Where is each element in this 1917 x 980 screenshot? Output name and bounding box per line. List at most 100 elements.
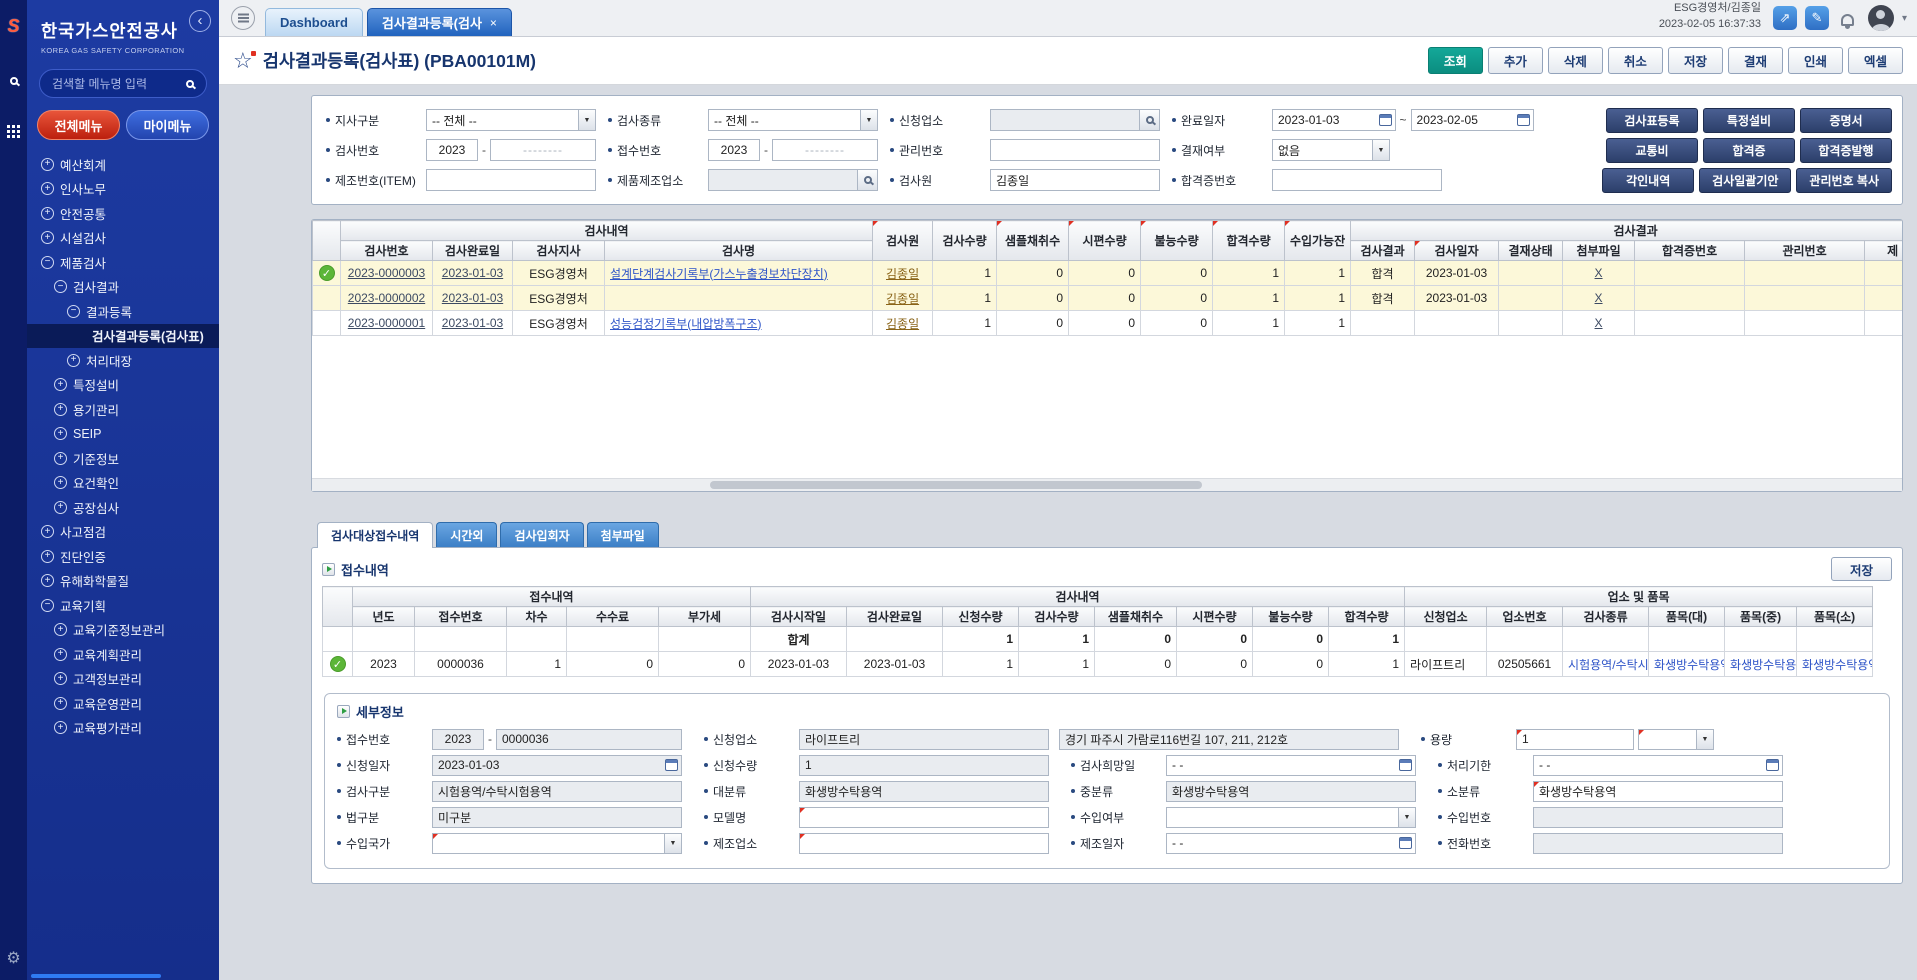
column-header[interactable]: 접수내역 — [353, 587, 751, 607]
search-icon[interactable] — [186, 80, 194, 88]
search-icon[interactable] — [857, 170, 877, 190]
column-header[interactable]: 불능수량 — [1141, 221, 1213, 261]
column-header[interactable]: 관리번호 — [1745, 241, 1865, 261]
sidebar-item[interactable]: +교육기준정보관리 — [27, 618, 219, 643]
detail-category-large[interactable]: 화생방수탁용역 — [799, 781, 1049, 802]
column-header[interactable]: 검사완료일 — [433, 241, 513, 261]
detail-applicant-name[interactable]: 라이프트리 — [799, 729, 1049, 750]
approve-button[interactable]: 결재 — [1728, 47, 1783, 74]
row-selected-check-icon[interactable]: ✓ — [313, 261, 341, 286]
print-button[interactable]: 인쇄 — [1788, 47, 1843, 74]
sidebar-item[interactable]: −교육기획 — [27, 593, 219, 618]
row-check-cell[interactable] — [323, 627, 353, 652]
excel-button[interactable]: 엑셀 — [1848, 47, 1903, 74]
detail-desired-date[interactable]: - - — [1166, 755, 1416, 776]
cell[interactable]: 설계단계검사기록부(가스누출경보차단장치) — [605, 261, 873, 286]
detail-import-no[interactable] — [1533, 807, 1783, 828]
column-header[interactable]: 접수번호 — [415, 607, 507, 627]
tab-inspection-witness[interactable]: 검사입회자 — [500, 522, 583, 547]
cell[interactable]: X — [1563, 286, 1635, 311]
column-header[interactable]: 신청수량 — [943, 607, 1019, 627]
delete-button[interactable]: 삭제 — [1548, 47, 1603, 74]
detail-maker[interactable] — [799, 833, 1049, 854]
column-header[interactable]: 품목(대) — [1649, 607, 1725, 627]
column-header[interactable]: 검사완료일 — [847, 607, 943, 627]
sidebar-item[interactable]: +처리대장 — [27, 348, 219, 373]
sidebar-item[interactable]: −검사결과 — [27, 275, 219, 300]
sidebar-item[interactable]: 검사결과등록(검사표) — [27, 324, 219, 349]
column-header[interactable]: 년도 — [353, 607, 415, 627]
receipt-no-input[interactable]: 2023 — [708, 139, 760, 161]
sidebar-item[interactable]: −결과등록 — [27, 299, 219, 324]
cell[interactable]: 성능검정기록부(내압방폭구조) — [605, 311, 873, 336]
sidebar-item[interactable]: +예산회계 — [27, 152, 219, 177]
detail-category-mid[interactable]: 화생방수탁용역 — [1166, 781, 1416, 802]
sidebar-item[interactable]: +시설검사 — [27, 226, 219, 251]
table-row[interactable]: 2023-00000022023-01-03ESG경영처김종일100011합격2… — [313, 286, 1903, 311]
detail-apply-qty[interactable]: 1 — [799, 755, 1049, 776]
special-facility-button[interactable]: 특정설비 — [1703, 108, 1795, 133]
branch-select[interactable]: -- 전체 --▼ — [426, 109, 596, 131]
search-button[interactable]: 조회 — [1428, 47, 1483, 74]
column-header[interactable]: 수수료 — [567, 607, 659, 627]
sidebar-item[interactable]: +인사노무 — [27, 177, 219, 202]
column-header[interactable]: 검사수량 — [933, 221, 997, 261]
pass-cert-no-input[interactable] — [1272, 169, 1442, 191]
save-receipt-button[interactable]: 저장 — [1831, 557, 1892, 581]
certificate-button[interactable]: 증명서 — [1800, 108, 1892, 133]
chevron-down-icon[interactable]: ▾ — [1902, 13, 1907, 24]
approval-status-select[interactable]: 없음▼ — [1272, 139, 1390, 161]
tab-attachments[interactable]: 첨부파일 — [587, 522, 659, 547]
column-header[interactable]: 합격수량 — [1329, 607, 1405, 627]
column-header[interactable]: 시편수량 — [1177, 607, 1253, 627]
external-link-icon[interactable]: ⇗ — [1773, 6, 1797, 30]
avatar[interactable] — [1868, 5, 1894, 31]
detail-capacity-unit-select[interactable]: ▼ — [1638, 729, 1714, 750]
sidebar-item[interactable]: +공장심사 — [27, 495, 219, 520]
cell[interactable]: 2023-01-03 — [433, 286, 513, 311]
inspection-batch-draft-button[interactable]: 검사일괄기안 — [1699, 168, 1791, 193]
pass-certificate-issue-button[interactable]: 합격증발행 — [1800, 138, 1892, 163]
inspector-input[interactable]: 김종일 — [990, 169, 1160, 191]
detail-receipt-no[interactable]: 0000036 — [496, 729, 682, 750]
favorite-star-icon[interactable]: ☆ — [233, 50, 253, 72]
sidebar-item[interactable]: −제품검사 — [27, 250, 219, 275]
search-icon[interactable] — [1139, 110, 1159, 130]
column-header[interactable]: 수입가능잔 — [1285, 221, 1351, 261]
column-header[interactable]: 샘플채취수 — [997, 221, 1069, 261]
detail-applicant-address[interactable]: 경기 파주시 가람로116번길 107, 211, 212호 — [1059, 729, 1399, 750]
sidebar-collapse-button[interactable]: ‹ — [189, 10, 211, 32]
detail-apply-date[interactable]: 2023-01-03 — [432, 755, 682, 776]
column-header[interactable]: 품목(소) — [1797, 607, 1873, 627]
detail-category-small[interactable]: 화생방수탁용역 — [1533, 781, 1783, 802]
calendar-icon[interactable] — [1399, 759, 1412, 771]
column-header[interactable]: 검사번호 — [341, 241, 433, 261]
scrollbar-thumb[interactable] — [710, 481, 1203, 489]
pass-certificate-button[interactable]: 합격증 — [1703, 138, 1795, 163]
tab-overtime[interactable]: 시간외 — [436, 522, 497, 547]
calendar-icon[interactable] — [1766, 759, 1779, 771]
calendar-icon[interactable] — [1517, 114, 1530, 126]
my-menu-button[interactable]: 마이메뉴 — [126, 110, 209, 140]
cell[interactable]: X — [1563, 311, 1635, 336]
column-header[interactable]: 시편수량 — [1069, 221, 1141, 261]
save-button[interactable]: 저장 — [1668, 47, 1723, 74]
sidebar-item[interactable]: +SEIP — [27, 422, 219, 447]
column-header[interactable]: 업소번호 — [1487, 607, 1563, 627]
row-check-cell[interactable] — [313, 311, 341, 336]
complete-date-range[interactable]: 2023-01-03 — [1272, 109, 1396, 131]
hamburger-menu-icon[interactable] — [231, 6, 255, 30]
column-header[interactable]: 검사지사 — [513, 241, 605, 261]
column-header[interactable] — [313, 221, 341, 261]
column-header[interactable]: 업소 및 품목 — [1405, 587, 1873, 607]
menu-search-input[interactable]: 검색할 메뉴명 입력 — [39, 69, 207, 98]
table-row[interactable]: ✓202300000361002023-01-032023-01-0311000… — [323, 652, 1873, 677]
cancel-button[interactable]: 취소 — [1608, 47, 1663, 74]
cell[interactable]: 2023-0000001 — [341, 311, 433, 336]
cell[interactable]: 2023-0000003 — [341, 261, 433, 286]
tab-inspection-result[interactable]: 검사결과등록(검사× — [367, 8, 512, 36]
transport-fee-button[interactable]: 교통비 — [1606, 138, 1698, 163]
sidebar-item[interactable]: +안전공통 — [27, 201, 219, 226]
cell[interactable]: 2023-0000002 — [341, 286, 433, 311]
calendar-icon[interactable] — [1379, 114, 1392, 126]
